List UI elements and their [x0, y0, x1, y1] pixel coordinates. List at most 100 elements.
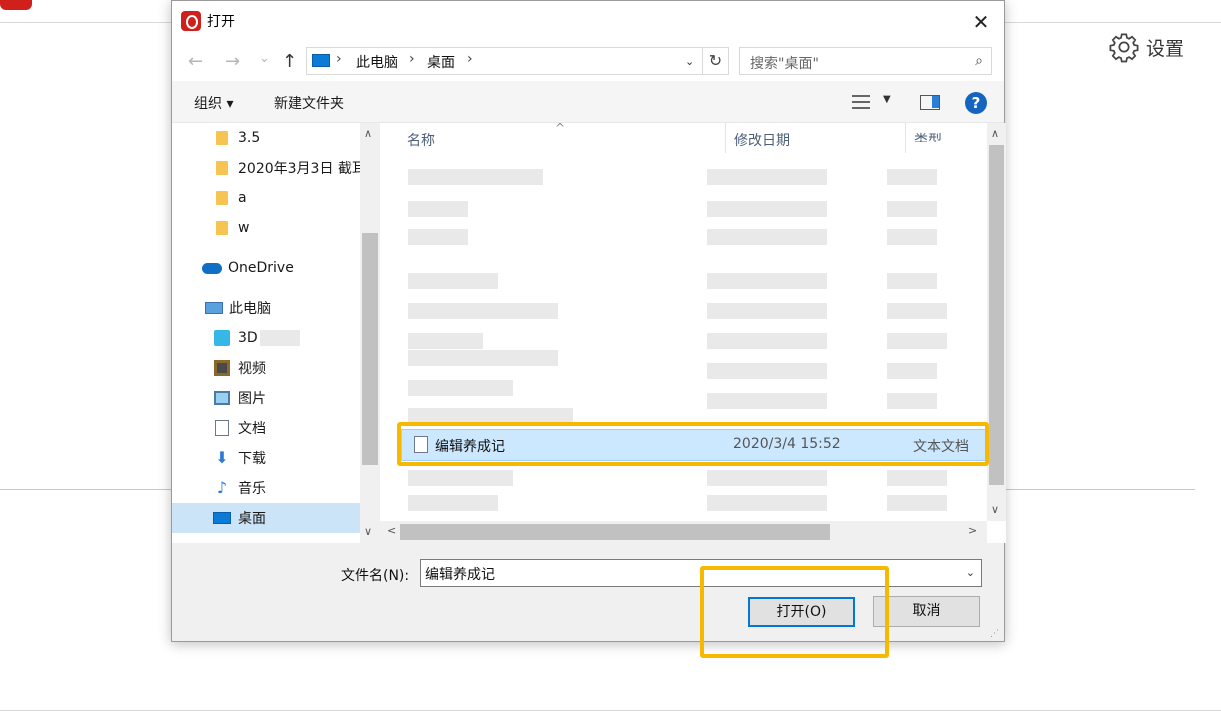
divider [0, 710, 1221, 711]
tree-item-folder[interactable]: w [172, 214, 360, 242]
blurred-date [707, 303, 827, 319]
tree-item-label: 图片 [238, 391, 266, 407]
blurred-text [259, 330, 300, 346]
organize-button[interactable]: 组织 ▾ [194, 93, 233, 113]
blurred-date [707, 229, 827, 245]
chevron-right-icon[interactable]: › [467, 51, 473, 67]
scrollbar-thumb[interactable] [989, 145, 1004, 485]
blurred-type [887, 393, 937, 409]
tree-item-3d-objects[interactable]: 3D [172, 324, 360, 352]
scrollbar-thumb[interactable] [400, 524, 830, 540]
blurred-file-row [408, 350, 558, 366]
scroll-down-icon[interactable]: ∨ [364, 525, 372, 538]
blurred-type [887, 363, 937, 379]
new-folder-button[interactable]: 新建文件夹 [274, 93, 344, 113]
file-list-scrollbar[interactable]: ∧ ∨ [987, 123, 1006, 521]
tree-item-label: 文档 [238, 421, 266, 437]
scroll-up-icon[interactable]: ∧ [364, 127, 372, 140]
scrollbar-thumb[interactable] [362, 233, 378, 465]
column-header-modified[interactable]: 修改日期 [734, 130, 790, 150]
tree-item-pictures[interactable]: 图片 [172, 384, 360, 412]
tree-item-label: 视频 [238, 361, 266, 377]
blurred-date [707, 333, 827, 349]
up-arrow-icon[interactable]: ↑ [282, 51, 297, 72]
highlight-box-open-button [700, 566, 889, 658]
blurred-type [887, 495, 947, 511]
desktop-icon [213, 512, 231, 524]
navigation-pane: 3.5 2020年3月3日 截耳 a w OneDrive 此电脑 3D 视频 … [172, 123, 380, 543]
blurred-type [887, 333, 947, 349]
tree-item-folder[interactable]: 3.5 [172, 124, 360, 152]
view-dropdown-icon[interactable]: ▼ [883, 94, 891, 105]
blurred-date [707, 201, 827, 217]
tree-item-label: OneDrive [228, 260, 294, 276]
blurred-file-row [408, 380, 513, 396]
blurred-date [707, 169, 827, 185]
refresh-icon[interactable]: ↻ [703, 47, 729, 75]
resize-grip-icon[interactable]: ⋰ [990, 629, 999, 639]
tree-item-documents[interactable]: 文档 [172, 414, 360, 442]
tree-item-label: 2020年3月3日 截耳 [238, 161, 360, 177]
blurred-file-row [408, 169, 543, 185]
blurred-type [887, 303, 947, 319]
open-file-dialog: 打开 ✕ ← → ⌄ ↑ › 此电脑 › 桌面 › ⌄ ↻ 搜索"桌面" ⌕ 组… [171, 0, 1006, 642]
chevron-down-icon[interactable]: ⌄ [966, 566, 975, 579]
column-separator[interactable] [905, 123, 906, 153]
tree-item-folder[interactable]: 2020年3月3日 截耳 [172, 154, 360, 182]
column-header-type[interactable]: 类型 [914, 130, 942, 142]
horizontal-scrollbar[interactable]: < > [380, 521, 987, 543]
tree-item-videos[interactable]: 视频 [172, 354, 360, 382]
settings-label: 设置 [1146, 37, 1185, 60]
cloud-icon [202, 262, 222, 274]
tree-item-folder[interactable]: a [172, 184, 360, 212]
view-options-icon[interactable] [852, 95, 870, 109]
breadcrumb-this-pc[interactable]: 此电脑 [356, 52, 398, 72]
tree-item-music[interactable]: ♪ 音乐 [172, 474, 360, 502]
search-input[interactable]: 搜索"桌面" ⌕ [739, 47, 992, 75]
blurred-date [707, 470, 827, 486]
filename-value: 编辑养成记 [425, 567, 495, 583]
folder-icon [216, 191, 228, 205]
download-icon: ⬇ [215, 448, 229, 467]
scroll-right-icon[interactable]: > [968, 524, 977, 537]
highlight-box-file [397, 422, 989, 466]
tree-item-desktop[interactable]: 桌面 [172, 503, 360, 533]
address-bar[interactable]: › 此电脑 › 桌面 › ⌄ [306, 47, 703, 75]
chevron-down-icon[interactable]: ⌄ [685, 55, 694, 68]
blurred-file-row [408, 273, 498, 289]
tree-item-onedrive[interactable]: OneDrive [172, 254, 360, 282]
back-arrow-icon[interactable]: ← [188, 51, 203, 72]
forward-arrow-icon[interactable]: → [225, 51, 240, 72]
tree-item-downloads[interactable]: ⬇ 下载 [172, 444, 360, 472]
cancel-button[interactable]: 取消 [873, 596, 980, 627]
scroll-up-icon[interactable]: ∧ [991, 127, 999, 140]
blurred-file-row [408, 201, 468, 217]
chevron-right-icon[interactable]: › [409, 51, 415, 67]
blurred-file-row [408, 333, 483, 349]
dialog-title: 打开 [207, 14, 235, 30]
blurred-file-row [408, 495, 498, 511]
scroll-left-icon[interactable]: < [387, 524, 396, 537]
blurred-type [887, 470, 947, 486]
blurred-type [887, 201, 937, 217]
chevron-right-icon[interactable]: › [336, 51, 342, 67]
tree-item-this-pc[interactable]: 此电脑 [172, 294, 360, 322]
sort-ascending-icon: ^ [555, 121, 566, 135]
computer-icon [205, 302, 223, 314]
gear-icon [1109, 33, 1139, 63]
help-icon[interactable]: ? [965, 92, 987, 114]
column-header-name[interactable]: 名称 [407, 130, 435, 150]
recent-locations-icon[interactable]: ⌄ [259, 51, 270, 66]
scroll-down-icon[interactable]: ∨ [991, 503, 999, 516]
breadcrumb-desktop[interactable]: 桌面 [427, 52, 455, 72]
preview-pane-icon[interactable] [920, 95, 940, 110]
blurred-type [887, 169, 937, 185]
navigation-scrollbar[interactable]: ∧ ∨ [360, 123, 380, 543]
settings-button[interactable]: 设置 [1108, 31, 1184, 63]
blurred-date [707, 495, 827, 511]
pc-icon [312, 54, 330, 67]
blurred-date [707, 273, 827, 289]
folder-icon [216, 161, 228, 175]
column-separator[interactable] [725, 123, 726, 153]
close-button[interactable]: ✕ [958, 5, 1004, 39]
